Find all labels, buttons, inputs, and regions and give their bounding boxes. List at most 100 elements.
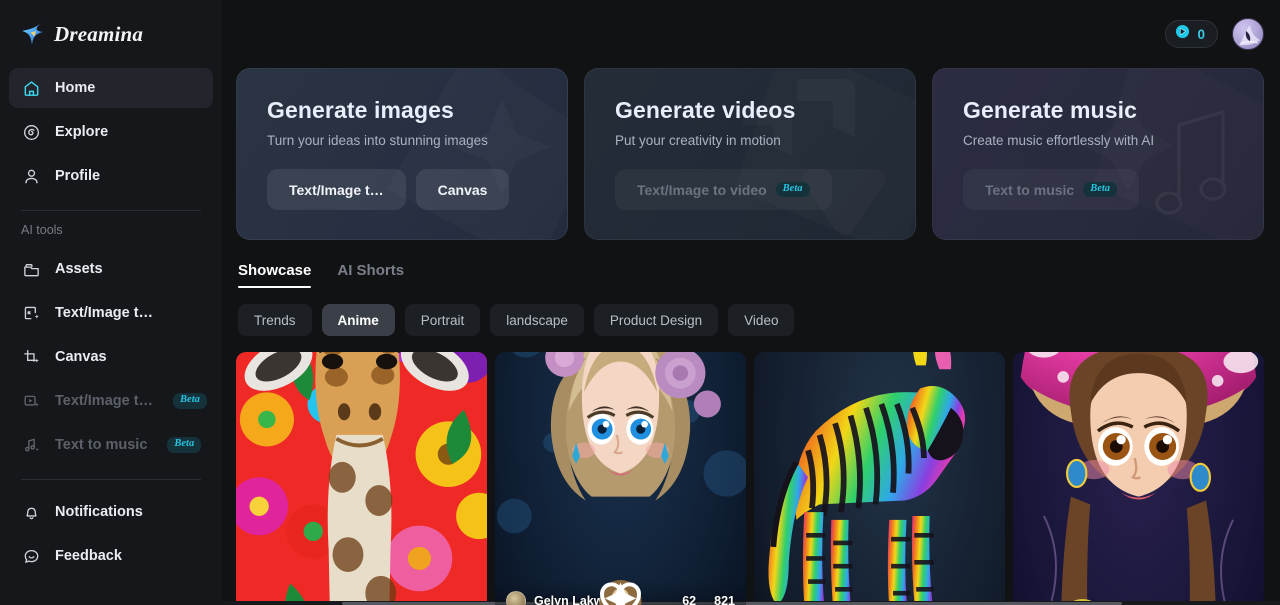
card-button-label: Text/Image t… xyxy=(289,181,384,198)
gallery-item-mushroom-girl[interactable] xyxy=(1013,352,1264,605)
video-sparkle-icon xyxy=(21,391,41,411)
horizontal-scrollbar[interactable] xyxy=(222,601,1280,605)
sidebar-item-canvas[interactable]: Canvas xyxy=(9,337,213,377)
card-subtitle: Turn your ideas into stunning images xyxy=(267,133,488,148)
sidebar-item-text-to-music[interactable]: Text to music Beta xyxy=(9,425,213,465)
card-title: Generate videos xyxy=(615,97,796,123)
chip-video[interactable]: Video xyxy=(728,304,795,336)
sidebar-item-label: Profile xyxy=(55,168,101,184)
showcase-gallery: Gelyn Lakwatsera 62 821 xyxy=(236,352,1264,605)
card-generate-images[interactable]: Generate images Turn your ideas into stu… xyxy=(236,68,568,240)
brand-name: Dreamina xyxy=(54,21,144,46)
person-icon xyxy=(21,166,41,186)
chip-product-design[interactable]: Product Design xyxy=(593,304,719,336)
chip-label: Product Design xyxy=(609,312,703,328)
beta-badge: Beta xyxy=(173,393,207,409)
image-sparkle-icon xyxy=(21,303,41,323)
sidebar-item-label: Notifications xyxy=(55,504,143,520)
card-decoration xyxy=(933,69,1263,239)
giraffe-among-colorful-flowers-image xyxy=(236,352,487,605)
card-button-text-image[interactable]: Text/Image t… xyxy=(267,169,406,210)
card-actions: Text/Image t… Canvas xyxy=(267,169,537,210)
compass-icon xyxy=(21,122,41,142)
tab-label: AI Shorts xyxy=(337,262,405,279)
card-decoration xyxy=(585,69,915,239)
gallery-item-caption: Gelyn Lakwatsera 62 821 xyxy=(495,580,746,605)
card-actions: Text/Image to video Beta xyxy=(615,169,885,210)
beta-badge: Beta xyxy=(1083,181,1118,198)
chip-trends[interactable]: Trends xyxy=(238,304,312,336)
sidebar-item-home[interactable]: Home xyxy=(9,68,213,108)
sidebar-item-label: Text/Image t… xyxy=(55,305,154,321)
sidebar: Dreamina Home Explore Profile AI tools A… xyxy=(0,0,222,605)
credits-badge[interactable]: 0 xyxy=(1165,20,1218,48)
sidebar-item-label: Text to music xyxy=(55,437,148,453)
rainbow-striped-zebra-image xyxy=(754,352,1005,605)
hero-cards: Generate images Turn your ideas into stu… xyxy=(236,68,1264,240)
sidebar-item-notifications[interactable]: Notifications xyxy=(9,492,213,532)
bell-icon xyxy=(21,502,41,522)
sidebar-item-label: Explore xyxy=(55,124,109,140)
sidebar-item-label: Feedback xyxy=(55,548,122,564)
card-actions: Text to music Beta xyxy=(963,169,1233,210)
chip-landscape[interactable]: landscape xyxy=(490,304,584,336)
chip-label: Portrait xyxy=(420,312,465,328)
sidebar-item-assets[interactable]: Assets xyxy=(9,249,213,289)
music-sparkle-icon xyxy=(21,435,41,455)
card-decoration xyxy=(237,69,567,239)
sidebar-item-label: Text/Image t… xyxy=(55,393,154,409)
sparkle-icon xyxy=(604,582,637,605)
chip-label: Anime xyxy=(337,312,379,328)
card-button-canvas[interactable]: Canvas xyxy=(415,169,510,210)
gallery-item-anime-woman[interactable]: Gelyn Lakwatsera 62 821 xyxy=(495,352,746,605)
chip-label: Video xyxy=(744,312,779,328)
tab-label: Showcase xyxy=(238,262,312,279)
sidebar-item-label: Canvas xyxy=(55,349,107,365)
card-button-text-to-music[interactable]: Text to music Beta xyxy=(963,169,1140,210)
canvas-icon xyxy=(21,347,41,367)
sidebar-item-label: Assets xyxy=(55,261,103,277)
card-button-text-image-to-video[interactable]: Text/Image to video Beta xyxy=(615,169,832,210)
star-sparkle-icon xyxy=(19,21,45,47)
coin-icon xyxy=(1175,24,1190,44)
tab-ai-shorts[interactable]: AI Shorts xyxy=(337,262,404,288)
gallery-item-giraffe[interactable] xyxy=(236,352,487,605)
card-button-label: Text/Image to video xyxy=(637,181,767,198)
chat-icon xyxy=(21,546,41,566)
brand[interactable]: Dreamina xyxy=(9,0,213,68)
sidebar-group-title: AI tools xyxy=(21,223,63,237)
folder-icon xyxy=(21,259,41,279)
main-content: 0 Generate images Turn your ideas into s… xyxy=(222,0,1280,605)
sidebar-item-text-image-to-video[interactable]: Text/Image t… Beta xyxy=(9,381,213,421)
sidebar-item-feedback[interactable]: Feedback xyxy=(9,536,213,576)
home-icon xyxy=(21,78,41,98)
chip-label: landscape xyxy=(506,312,568,328)
spark-count: 821 xyxy=(604,582,735,605)
gallery-item-zebra[interactable] xyxy=(754,352,1005,605)
anime-woman-with-rose-crown-image xyxy=(495,352,746,605)
user-avatar[interactable] xyxy=(1232,18,1264,50)
sidebar-item-text-image-to-image[interactable]: Text/Image t… xyxy=(9,293,213,333)
card-generate-music[interactable]: Generate music Create music effortlessly… xyxy=(932,68,1264,240)
sidebar-item-profile[interactable]: Profile xyxy=(9,156,213,196)
card-subtitle: Put your creativity in motion xyxy=(615,133,781,148)
content-tabs: Showcase AI Shorts xyxy=(236,262,1264,288)
sidebar-divider-bottom xyxy=(21,479,201,480)
filter-chips: Trends Anime Portrait landscape Product … xyxy=(236,304,1264,336)
card-subtitle: Create music effortlessly with AI xyxy=(963,133,1155,148)
card-title: Generate images xyxy=(267,97,454,123)
chip-label: Trends xyxy=(254,312,296,328)
sidebar-item-explore[interactable]: Explore xyxy=(9,112,213,152)
beta-badge: Beta xyxy=(775,181,810,198)
app-root: Dreamina Home Explore Profile AI tools A… xyxy=(0,0,1280,605)
chip-anime[interactable]: Anime xyxy=(321,304,395,336)
chip-portrait[interactable]: Portrait xyxy=(404,304,481,336)
card-button-label: Canvas xyxy=(437,181,488,198)
tab-showcase[interactable]: Showcase xyxy=(238,262,312,288)
card-generate-videos[interactable]: Generate videos Put your creativity in m… xyxy=(584,68,916,240)
topbar: 0 xyxy=(1165,0,1264,68)
sidebar-item-label: Home xyxy=(55,80,96,96)
card-title: Generate music xyxy=(963,97,1137,123)
sidebar-divider-top xyxy=(21,210,201,211)
credits-value: 0 xyxy=(1197,26,1205,42)
